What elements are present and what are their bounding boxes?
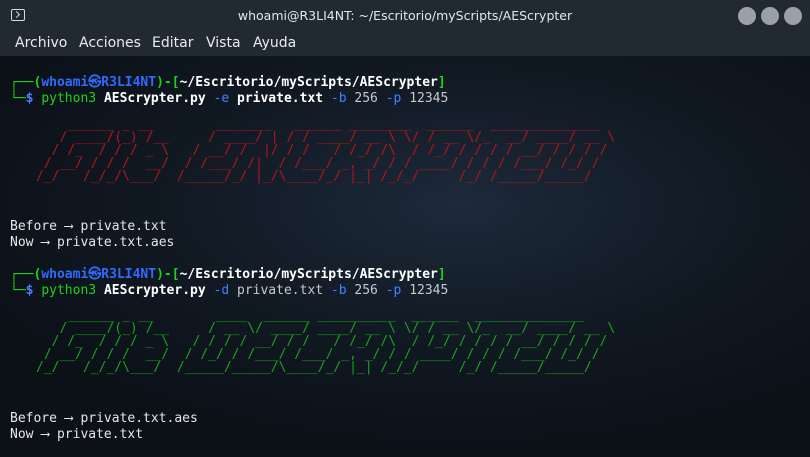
prompt-at: ㉿ [88, 267, 102, 282]
cmd-mode-flag: -d [213, 283, 230, 298]
cmd-pass: 12345 [409, 91, 449, 106]
cmd-bits: 256 [354, 91, 378, 106]
menu-acciones[interactable]: Acciones [79, 35, 141, 51]
window-title: whoami@R3LI4NT: ~/Escritorio/myScripts/A… [237, 8, 573, 23]
cmd-interp: python3 [41, 91, 97, 106]
prompt-line-2: ┌──(whoami㉿R3LI4NT)-[~/Escritorio/myScri… [10, 267, 446, 282]
result-now-1: Now ⟶ private.txt.aes [10, 235, 175, 250]
cmd-pass: 12345 [409, 283, 449, 298]
cmd-pass-flag: -p [385, 283, 402, 298]
menu-vista[interactable]: Vista [206, 35, 241, 51]
prompt-symbol: $ [25, 91, 34, 106]
minimize-button[interactable] [738, 7, 756, 25]
decrypted-banner: ______ _ __ ____ ______ __________ _____… [36, 308, 616, 375]
cmd-bits-flag: -b [330, 91, 347, 106]
cmd-mode-flag: -e [213, 91, 230, 106]
cmd-pass-flag: -p [385, 91, 402, 106]
prompt-host: R3LI4NT [101, 267, 157, 282]
cmd-script: AEScrypter.py [103, 91, 206, 106]
prompt-symbol: $ [25, 283, 34, 298]
cmd-bits-flag: -b [330, 283, 347, 298]
prompt-user: whoami [41, 75, 89, 90]
cmd-file: private.txt [237, 283, 324, 298]
prompt-user: whoami [41, 267, 89, 282]
prompt-line-1: ┌──(whoami㉿R3LI4NT)-[~/Escritorio/myScri… [10, 75, 446, 90]
result-before-1: Before ⟶ private.txt [10, 219, 167, 234]
encrypted-banner: ______ _ __ _______ ______ ________ ____… [36, 117, 616, 184]
maximize-button[interactable] [761, 7, 779, 25]
close-button[interactable] [784, 7, 802, 25]
cmd-bits: 256 [354, 283, 378, 298]
title-bar[interactable]: whoami@R3LI4NT: ~/Escritorio/myScripts/A… [0, 0, 810, 32]
prompt-path: ~/Escritorio/myScripts/AEScrypter [179, 75, 438, 90]
menu-editar[interactable]: Editar [152, 35, 193, 51]
menu-archivo[interactable]: Archivo [15, 35, 67, 51]
command-line-2: └─$ python3 AEScrypter.py -d private.txt… [10, 283, 449, 298]
cmd-interp: python3 [41, 283, 97, 298]
result-before-2: Before ⟶ private.txt.aes [10, 411, 198, 426]
result-now-2: Now ⟶ private.txt [10, 427, 144, 442]
prompt-path: ~/Escritorio/myScripts/AEScrypter [179, 267, 438, 282]
terminal-output[interactable]: ┌──(whoami㉿R3LI4NT)-[~/Escritorio/myScri… [0, 56, 810, 457]
cmd-script: AEScrypter.py [103, 283, 206, 298]
prompt-at: ㉿ [88, 75, 102, 90]
command-line-1: └─$ python3 AEScrypter.py -e private.txt… [10, 91, 449, 106]
terminal-window: whoami@R3LI4NT: ~/Escritorio/myScripts/A… [0, 0, 810, 457]
cmd-file: private.txt [237, 91, 324, 106]
menu-bar: Archivo Acciones Editar Vista Ayuda [0, 32, 810, 56]
prompt-host: R3LI4NT [101, 75, 157, 90]
menu-ayuda[interactable]: Ayuda [253, 35, 296, 51]
